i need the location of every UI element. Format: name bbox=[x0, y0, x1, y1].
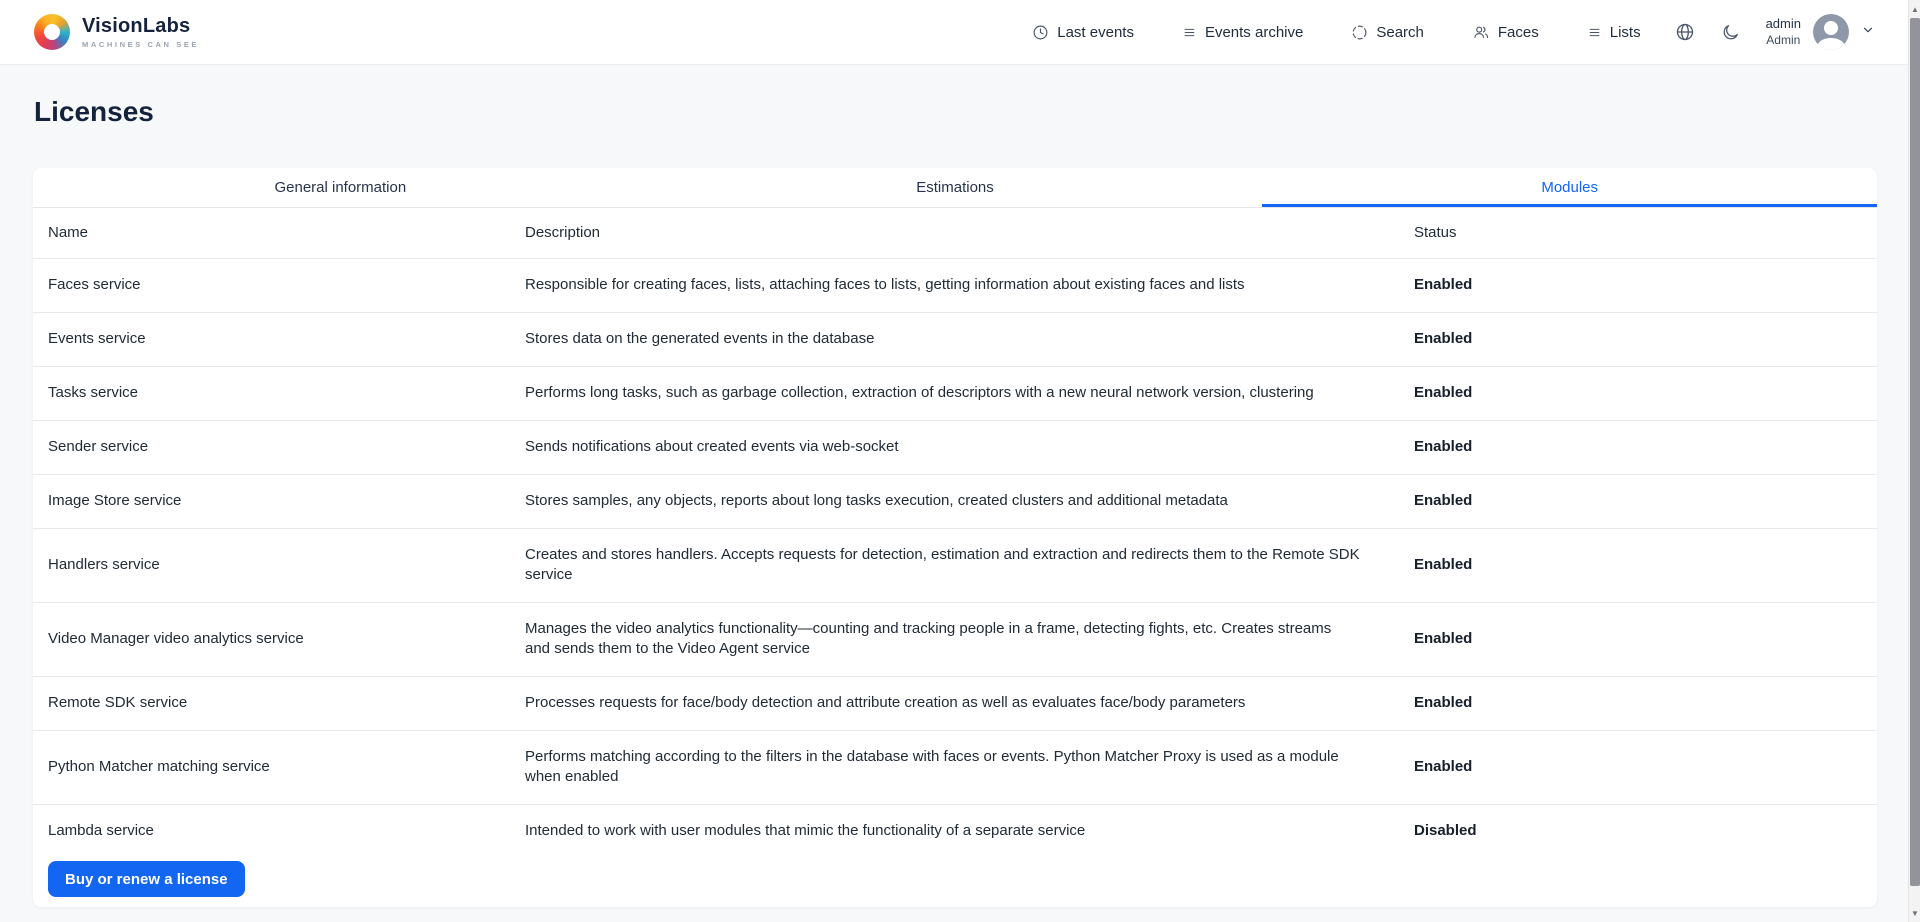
nav-label: Lists bbox=[1610, 24, 1641, 41]
tab-estimations[interactable]: Estimations bbox=[648, 168, 1263, 207]
buy-license-button[interactable]: Buy or renew a license bbox=[48, 861, 245, 897]
scrollbar-up-arrow[interactable]: ▲ bbox=[1909, 2, 1920, 16]
service-description: Manages the video analytics functionalit… bbox=[525, 603, 1380, 676]
brand-tagline: MACHINES CAN SEE bbox=[82, 40, 199, 49]
table-row: Tasks service Performs long tasks, such … bbox=[33, 367, 1877, 421]
scrollbar-thumb[interactable] bbox=[1910, 18, 1920, 886]
nav-search[interactable]: Search bbox=[1351, 24, 1424, 41]
tab-bar: General information Estimations Modules bbox=[33, 168, 1877, 208]
service-name: Remote SDK service bbox=[48, 677, 525, 730]
service-name: Events service bbox=[48, 313, 525, 366]
service-status: Enabled bbox=[1414, 741, 1862, 794]
nav-label: Search bbox=[1376, 24, 1424, 41]
vertical-scrollbar[interactable]: ▲ ▼ bbox=[1908, 0, 1920, 922]
nav-events-archive[interactable]: Events archive bbox=[1182, 24, 1303, 41]
table-row: Faces service Responsible for creating f… bbox=[33, 259, 1877, 313]
service-name: Python Matcher matching service bbox=[48, 741, 525, 794]
licenses-card: General information Estimations Modules … bbox=[33, 168, 1877, 907]
tab-modules[interactable]: Modules bbox=[1262, 168, 1877, 207]
service-description: Performs long tasks, such as garbage col… bbox=[525, 367, 1380, 420]
service-name: Image Store service bbox=[48, 475, 525, 528]
page-title: Licenses bbox=[34, 96, 1920, 128]
nav-last-events[interactable]: Last events bbox=[1032, 24, 1134, 41]
service-description: Intended to work with user modules that … bbox=[525, 805, 1380, 858]
tab-general-information[interactable]: General information bbox=[33, 168, 648, 207]
column-header-status: Status bbox=[1414, 208, 1862, 258]
service-status: Enabled bbox=[1414, 421, 1862, 474]
top-header: VisionLabs MACHINES CAN SEE Last events … bbox=[0, 0, 1920, 65]
list-icon bbox=[1182, 25, 1197, 40]
visionlabs-logo-icon bbox=[34, 14, 70, 50]
nav-label: Events archive bbox=[1205, 24, 1303, 41]
table-row: Video Manager video analytics service Ma… bbox=[33, 603, 1877, 677]
nav-faces[interactable]: Faces bbox=[1472, 24, 1539, 41]
service-name: Video Manager video analytics service bbox=[48, 613, 525, 666]
list-icon bbox=[1587, 25, 1602, 40]
moon-icon[interactable] bbox=[1721, 23, 1740, 42]
service-status: Enabled bbox=[1414, 313, 1862, 366]
user-name: admin bbox=[1766, 16, 1801, 32]
user-role: Admin bbox=[1766, 33, 1801, 48]
clock-icon bbox=[1032, 24, 1049, 41]
service-name: Sender service bbox=[48, 421, 525, 474]
service-name: Tasks service bbox=[48, 367, 525, 420]
service-status: Enabled bbox=[1414, 539, 1862, 592]
brand-name: VisionLabs bbox=[82, 15, 199, 38]
service-status: Disabled bbox=[1414, 805, 1862, 858]
service-name: Faces service bbox=[48, 259, 525, 312]
table-row: Python Matcher matching service Performs… bbox=[33, 731, 1877, 805]
service-description: Sends notifications about created events… bbox=[525, 421, 1380, 474]
table-row: Handlers service Creates and stores hand… bbox=[33, 529, 1877, 603]
table-row: Remote SDK service Processes requests fo… bbox=[33, 677, 1877, 731]
table-row: Sender service Sends notifications about… bbox=[33, 421, 1877, 475]
service-description: Stores data on the generated events in t… bbox=[525, 313, 1380, 366]
avatar bbox=[1813, 14, 1849, 50]
service-status: Enabled bbox=[1414, 613, 1862, 666]
nav-label: Last events bbox=[1057, 24, 1134, 41]
service-description: Responsible for creating faces, lists, a… bbox=[525, 259, 1380, 312]
service-status: Enabled bbox=[1414, 367, 1862, 420]
nav-label: Faces bbox=[1498, 24, 1539, 41]
table-header: Name Description Status bbox=[33, 208, 1877, 259]
service-status: Enabled bbox=[1414, 259, 1862, 312]
user-menu[interactable]: admin Admin bbox=[1766, 14, 1875, 50]
scrollbar-down-arrow[interactable]: ▼ bbox=[1909, 906, 1920, 920]
top-navigation: Last events Events archive Search Faces … bbox=[1032, 24, 1640, 41]
service-status: Enabled bbox=[1414, 475, 1862, 528]
column-header-description: Description bbox=[525, 208, 1414, 258]
service-description: Processes requests for face/body detecti… bbox=[525, 677, 1380, 730]
service-name: Handlers service bbox=[48, 539, 525, 592]
people-icon bbox=[1472, 24, 1490, 41]
table-row: Events service Stores data on the genera… bbox=[33, 313, 1877, 367]
brand-logo[interactable]: VisionLabs MACHINES CAN SEE bbox=[34, 14, 199, 50]
service-name: Lambda service bbox=[48, 805, 525, 858]
service-status: Enabled bbox=[1414, 677, 1862, 730]
table-row: Lambda service Intended to work with use… bbox=[33, 805, 1877, 858]
column-header-name: Name bbox=[48, 208, 525, 258]
service-description: Creates and stores handlers. Accepts req… bbox=[525, 529, 1380, 602]
nav-lists[interactable]: Lists bbox=[1587, 24, 1641, 41]
chevron-down-icon bbox=[1861, 23, 1875, 42]
table-row: Image Store service Stores samples, any … bbox=[33, 475, 1877, 529]
service-description: Performs matching according to the filte… bbox=[525, 731, 1380, 804]
service-description: Stores samples, any objects, reports abo… bbox=[525, 475, 1380, 528]
dashed-circle-icon bbox=[1351, 24, 1368, 41]
globe-icon[interactable] bbox=[1675, 22, 1695, 42]
